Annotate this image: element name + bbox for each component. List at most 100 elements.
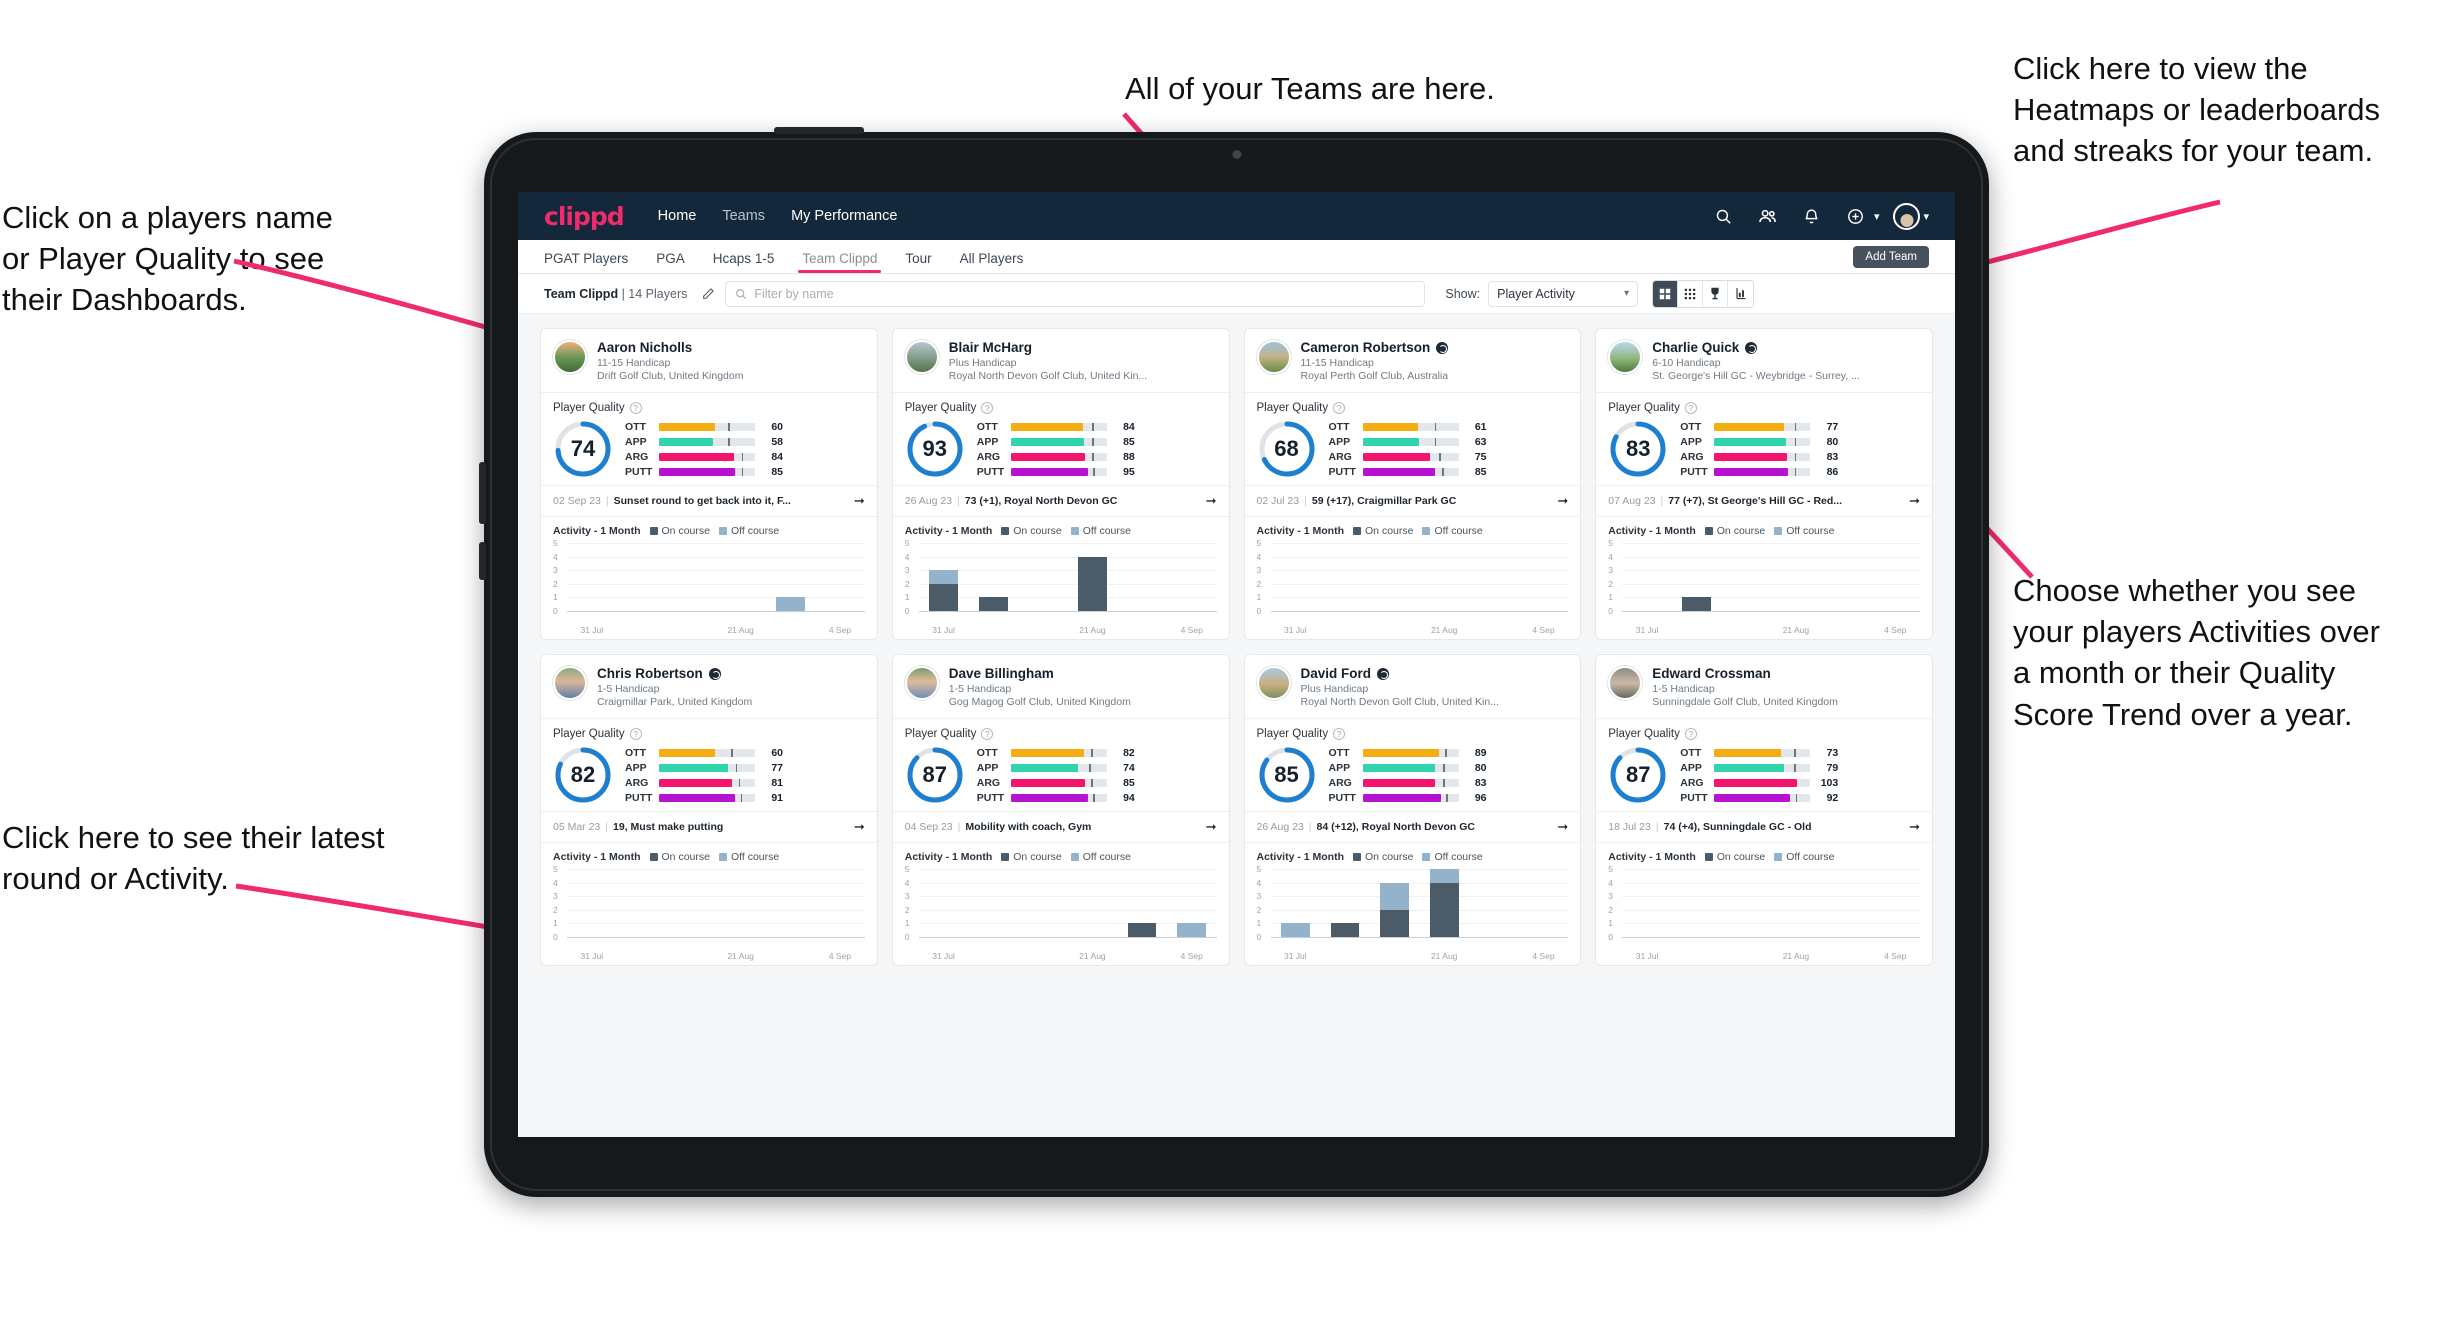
nav-my-performance[interactable]: My Performance	[791, 208, 897, 224]
player-name[interactable]: Blair McHarg	[949, 340, 1147, 355]
player-name[interactable]: Cameron Robertson	[1301, 340, 1449, 355]
player-avatar[interactable]	[1608, 666, 1643, 700]
activity-bar[interactable]	[775, 597, 805, 611]
latest-round-row[interactable]: 02 Sep 23 | Sunset round to get back into …	[541, 485, 877, 516]
add-team-button[interactable]: Add Team	[1853, 246, 1929, 268]
plus-chevron-down-icon[interactable]: ▾	[1874, 210, 1880, 223]
activity-bar[interactable]	[1127, 923, 1157, 937]
player-avatar[interactable]	[1608, 340, 1643, 374]
trophy-icon[interactable]	[1703, 280, 1729, 307]
help-icon[interactable]: ?	[981, 402, 994, 414]
help-icon[interactable]: ?	[629, 402, 642, 414]
player-quality-section[interactable]: Player Quality? 87 OTT 73 APP 79 ARG 103 PUTT 92	[1596, 718, 1932, 811]
activity-bar[interactable]	[1380, 882, 1409, 937]
arrow-right-icon[interactable]: ➞	[1909, 493, 1920, 509]
player-name[interactable]: David Ford	[1301, 666, 1499, 681]
activity-bar[interactable]	[1177, 923, 1207, 937]
avatar[interactable]	[1893, 202, 1921, 230]
arrow-right-icon[interactable]: ➞	[1557, 493, 1568, 509]
show-select[interactable]: Player Activity ▾	[1488, 280, 1639, 307]
tab-all-players[interactable]: All Players	[960, 251, 1024, 273]
player-name[interactable]: Charlie Quick	[1652, 340, 1860, 355]
edit-pencil-icon[interactable]	[697, 283, 719, 305]
tab-hcaps-1-5[interactable]: Hcaps 1-5	[713, 251, 775, 273]
volume-button-2[interactable]	[479, 542, 486, 580]
player-card[interactable]: Charlie Quick 6-10 Handicap St. George's H…	[1595, 328, 1933, 640]
heatmap-icon[interactable]	[1728, 280, 1754, 307]
search-placeholder: Filter by name	[754, 286, 834, 301]
arrow-right-icon[interactable]: ➞	[1909, 819, 1920, 835]
activity-bar[interactable]	[1682, 597, 1712, 611]
help-icon[interactable]: ?	[1684, 402, 1697, 414]
activity-bar[interactable]	[929, 570, 958, 611]
top-navigation: clippd Home Teams My Performance ▾ ▾	[518, 192, 1955, 240]
player-quality-section[interactable]: Player Quality? 85 OTT 89 APP 80 ARG 83 PUTT 96	[1244, 718, 1581, 811]
help-icon[interactable]: ?	[1333, 728, 1346, 740]
arrow-right-icon[interactable]: ➞	[1557, 819, 1568, 835]
player-card[interactable]: Dave Billingham 1-5 Handicap Gog Magog Gol…	[891, 654, 1230, 966]
player-card[interactable]: Aaron Nicholls 11-15 Handicap Drift Golf C…	[540, 328, 878, 640]
nav-home[interactable]: Home	[658, 208, 697, 224]
search-input[interactable]: Filter by name	[725, 280, 1426, 307]
player-card[interactable]: David Ford Plus Handicap Royal North Devon…	[1243, 654, 1582, 966]
tab-tour[interactable]: Tour	[905, 251, 931, 273]
latest-round-row[interactable]: 26 Aug 23 | 73 (+1), Royal North Devon GC ➞	[892, 485, 1229, 516]
help-icon[interactable]: ?	[629, 728, 642, 740]
player-quality-section[interactable]: Player Quality? 82 OTT 60 APP 77 ARG 81 PUTT 91	[541, 718, 877, 811]
player-name[interactable]: Aaron Nicholls	[597, 340, 743, 355]
avatar-chevron-down-icon[interactable]: ▾	[1923, 210, 1929, 223]
player-avatar[interactable]	[1256, 666, 1291, 700]
player-quality-section[interactable]: Player Quality? 68 OTT 61 APP 63 ARG 75 PUTT 85	[1244, 392, 1581, 485]
tab-pga[interactable]: PGA	[656, 251, 685, 273]
player-card[interactable]: Cameron Robertson 11-15 Handicap Royal Per…	[1243, 328, 1582, 640]
player-avatar[interactable]	[1256, 340, 1291, 374]
player-name[interactable]: Dave Billingham	[949, 666, 1131, 681]
player-name[interactable]: Edward Crossman	[1652, 666, 1838, 681]
player-quality-section[interactable]: Player Quality? 83 OTT 77 APP 80 ARG 83 PUTT 86	[1596, 392, 1932, 485]
arrow-right-icon[interactable]: ➞	[1206, 819, 1217, 835]
bell-icon[interactable]	[1797, 201, 1827, 231]
x-tick-label	[766, 625, 816, 635]
player-avatar[interactable]	[553, 340, 587, 374]
latest-round-row[interactable]: 05 Mar 23 | 19, Must make putting ➞	[541, 811, 877, 842]
people-icon[interactable]	[1753, 201, 1783, 231]
player-quality-section[interactable]: Player Quality? 87 OTT 82 APP 74 ARG 85 PUTT 94	[892, 718, 1229, 811]
activity-bar[interactable]	[978, 597, 1008, 611]
grid-small-icon[interactable]	[1678, 280, 1704, 307]
player-quality-section[interactable]: Player Quality? 74 OTT 60 APP 58 ARG 84 PUTT 85	[541, 392, 877, 485]
tab-team-clippd[interactable]: Team Clippd	[798, 251, 882, 273]
activity-bar[interactable]	[1078, 556, 1107, 611]
bar-slot	[1821, 543, 1871, 611]
player-avatar[interactable]	[553, 666, 587, 700]
latest-round-row[interactable]: 18 Jul 23 | 74 (+4), Sunningdale GC - Old ➞	[1596, 811, 1932, 842]
volume-button[interactable]	[479, 462, 486, 524]
tab-pgat-players[interactable]: PGAT Players	[544, 251, 628, 273]
show-select-value: Player Activity	[1497, 286, 1575, 301]
player-avatar[interactable]	[904, 666, 939, 700]
latest-round-row[interactable]: 02 Jul 23 | 59 (+17), Craigmillar Park GC ➞	[1244, 485, 1581, 516]
player-card[interactable]: Blair McHarg Plus Handicap Royal North Dev…	[891, 328, 1230, 640]
search-icon[interactable]	[1709, 201, 1739, 231]
latest-round-row[interactable]: 26 Aug 23 | 84 (+12), Royal North Devon GC…	[1244, 811, 1581, 842]
latest-round-row[interactable]: 07 Aug 23 | 77 (+7), St George's Hill GC -…	[1596, 485, 1932, 516]
activity-bar[interactable]	[1330, 923, 1360, 937]
activity-bar[interactable]	[1280, 923, 1310, 937]
player-card[interactable]: Edward Crossman 1-5 Handicap Sunningdale G…	[1595, 654, 1933, 966]
arrow-right-icon[interactable]: ➞	[854, 493, 865, 509]
arrow-right-icon[interactable]: ➞	[854, 819, 865, 835]
player-name[interactable]: Chris Robertson	[597, 666, 752, 681]
nav-teams[interactable]: Teams	[722, 208, 765, 224]
latest-round-row[interactable]: 04 Sep 23 | Mobility with coach, Gym ➞	[892, 811, 1229, 842]
help-icon[interactable]: ?	[1684, 728, 1697, 740]
player-avatar[interactable]	[904, 340, 939, 374]
grid-large-icon[interactable]	[1653, 280, 1679, 307]
help-icon[interactable]: ?	[1333, 402, 1346, 414]
player-card[interactable]: Chris Robertson 1-5 Handicap Craigmillar P…	[540, 654, 878, 966]
activity-bar[interactable]	[1429, 869, 1459, 937]
help-icon[interactable]: ?	[981, 728, 994, 740]
arrow-right-icon[interactable]: ➞	[1206, 493, 1217, 509]
plus-circle-icon[interactable]	[1841, 201, 1871, 231]
player-quality-section[interactable]: Player Quality? 93 OTT 84 APP 85 ARG 88 PUTT 95	[892, 392, 1229, 485]
power-button[interactable]	[774, 127, 864, 134]
clippd-logo[interactable]: clippd	[544, 202, 625, 231]
